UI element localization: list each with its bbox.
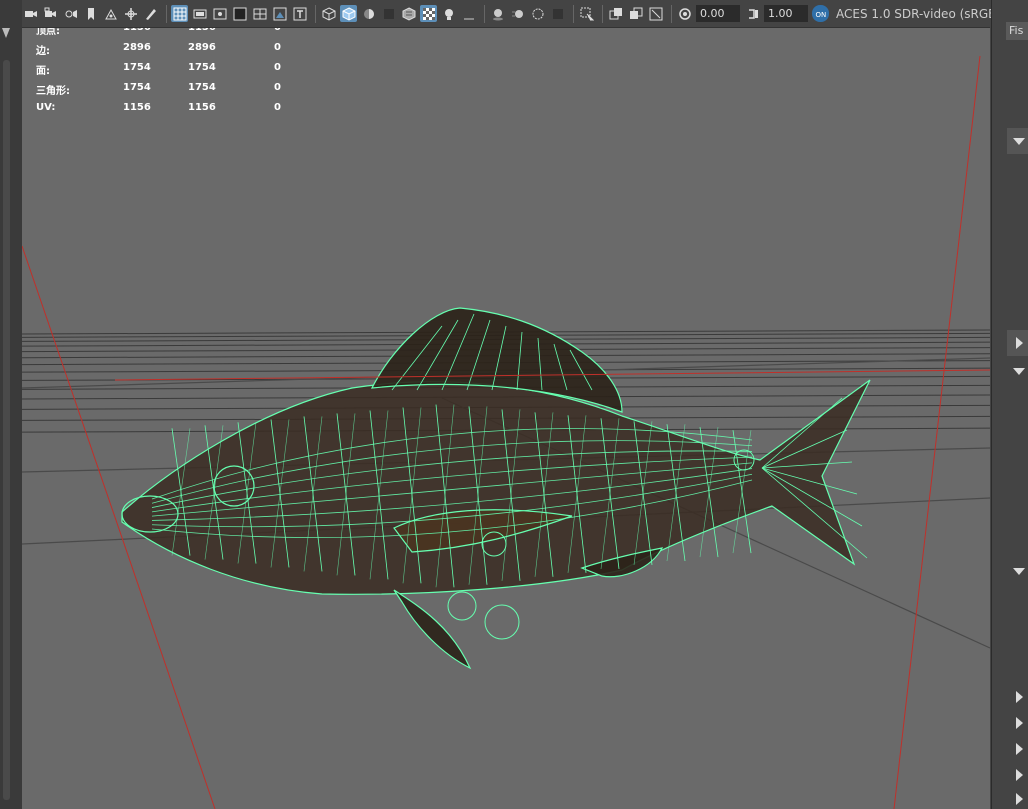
left-panel-edge <box>0 0 23 809</box>
hud-value: 2896 <box>188 42 216 53</box>
wireframe-cube-icon[interactable] <box>320 5 337 22</box>
camera-lock-icon[interactable] <box>42 5 59 22</box>
lighting-bulb-icon[interactable] <box>440 5 457 22</box>
depth-of-field-icon[interactable] <box>549 5 566 22</box>
xray-joints-icon[interactable] <box>627 5 644 22</box>
hud-value: 1754 <box>188 82 216 93</box>
expand-right-icon[interactable] <box>1010 766 1028 784</box>
film-gate-icon[interactable] <box>191 5 208 22</box>
colorspace-label[interactable]: ACES 1.0 SDR-video (sRGB) <box>836 7 1001 21</box>
image-plane-icon[interactable] <box>102 5 119 22</box>
hud-label: UV: <box>36 102 56 113</box>
isolate-select-icon[interactable] <box>578 5 595 22</box>
gamma-field[interactable]: 1.00 <box>764 5 808 22</box>
expand-right-icon[interactable] <box>1010 688 1028 706</box>
motion-blur-icon[interactable] <box>509 5 526 22</box>
collapse-down-icon[interactable] <box>1010 362 1028 380</box>
fish-body-fill[interactable] <box>121 379 871 595</box>
viewport-toolbar: 0.00 1.00 ON ACES 1.0 SDR-video (sRGB) <box>22 0 1001 28</box>
toolbar-divider <box>573 4 574 23</box>
safe-action-icon[interactable] <box>271 5 288 22</box>
gamma-icon[interactable] <box>744 5 761 22</box>
wireframe-on-shaded-icon[interactable] <box>380 5 397 22</box>
2d-pan-zoom-icon[interactable] <box>122 5 139 22</box>
collapse-arrow-icon[interactable] <box>2 28 10 38</box>
grid-toggle-icon[interactable] <box>171 5 188 22</box>
hud-value: 2896 <box>123 42 151 53</box>
hud-value: 1754 <box>188 62 216 73</box>
svg-text:ON: ON <box>815 11 826 19</box>
screen-space-ao-icon[interactable] <box>489 5 506 22</box>
exposure-icon[interactable] <box>676 5 693 22</box>
hud-label: 顶点: <box>36 28 60 37</box>
expand-right-icon[interactable] <box>1010 334 1028 352</box>
joint-control-fin-1[interactable] <box>447 591 477 621</box>
left-scrollbar[interactable] <box>3 60 10 800</box>
textured-cube-icon[interactable] <box>400 5 417 22</box>
right-side-panel: Fis <box>991 0 1028 809</box>
hud-label: 边: <box>36 46 50 57</box>
viewport-scene[interactable] <box>22 28 990 809</box>
safe-title-icon[interactable] <box>291 5 308 22</box>
toolbar-divider <box>166 4 167 23</box>
joint-control-fin-2[interactable] <box>484 604 520 640</box>
xray-mode-icon[interactable] <box>607 5 624 22</box>
hud-value: 0 <box>274 28 281 33</box>
hud-value: 0 <box>274 42 281 53</box>
toolbar-divider <box>484 4 485 23</box>
grease-pencil-icon[interactable] <box>142 5 159 22</box>
smooth-shade-cube-icon[interactable] <box>340 5 357 22</box>
bookmark-icon[interactable] <box>82 5 99 22</box>
hud-label: 三角形: <box>36 86 70 97</box>
camera-select-icon[interactable] <box>22 5 39 22</box>
toolbar-divider <box>315 4 316 23</box>
resolution-gate-icon[interactable] <box>211 5 228 22</box>
xray-active-components-icon[interactable] <box>647 5 664 22</box>
hud-value: 0 <box>274 102 281 113</box>
3d-viewport[interactable]: 顶点: 1156 1156 0 边: 2896 2896 0 面: 1754 1… <box>22 28 990 809</box>
color-management-toggle-icon[interactable]: ON <box>812 5 829 22</box>
hud-value: 1156 <box>188 28 216 33</box>
hud-value: 1754 <box>123 82 151 93</box>
expand-right-icon[interactable] <box>1010 740 1028 758</box>
shadows-icon[interactable] <box>460 5 477 22</box>
hud-label: 面: <box>36 66 50 77</box>
camera-attributes-icon[interactable] <box>62 5 79 22</box>
panel-tab[interactable]: Fis <box>1006 22 1028 40</box>
exposure-field[interactable]: 0.00 <box>696 5 740 22</box>
expand-right-icon[interactable] <box>1010 714 1028 732</box>
hud-value: 0 <box>274 62 281 73</box>
fish-pelvic-fin[interactable] <box>393 589 472 670</box>
xray-checker-icon[interactable] <box>420 5 437 22</box>
toolbar-divider <box>671 4 672 23</box>
hud-value: 1754 <box>123 62 151 73</box>
expand-right-icon[interactable] <box>1010 790 1028 808</box>
anti-aliasing-icon[interactable] <box>529 5 546 22</box>
hud-value: 1156 <box>123 28 151 33</box>
collapse-down-icon[interactable] <box>1010 132 1028 150</box>
hud-value: 0 <box>274 82 281 93</box>
collapse-down-icon[interactable] <box>1010 562 1028 580</box>
field-chart-icon[interactable] <box>251 5 268 22</box>
use-default-material-icon[interactable] <box>360 5 377 22</box>
toolbar-divider <box>602 4 603 23</box>
hud-value: 1156 <box>123 102 151 113</box>
gate-mask-icon[interactable] <box>231 5 248 22</box>
hud-value: 1156 <box>188 102 216 113</box>
